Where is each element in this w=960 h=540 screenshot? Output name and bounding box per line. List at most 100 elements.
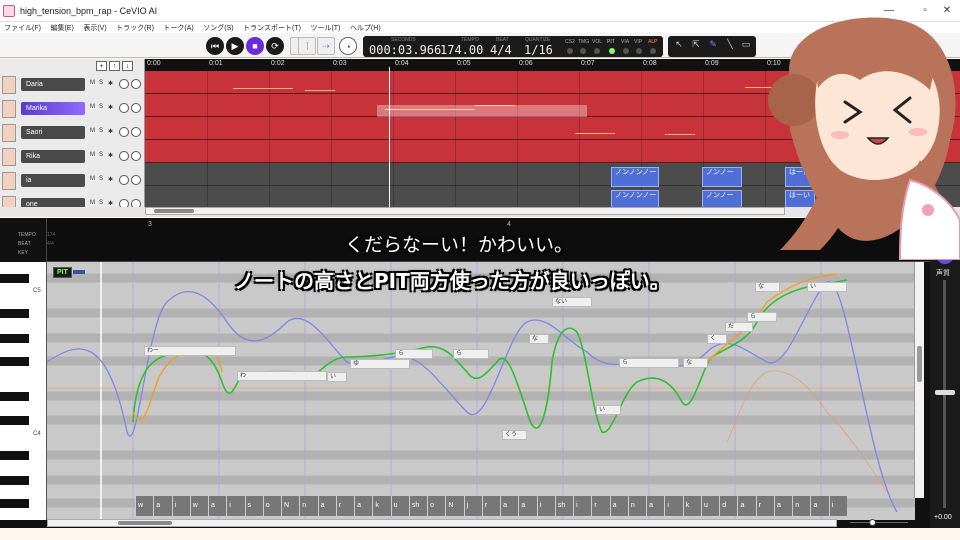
black-key[interactable] [0, 309, 29, 318]
menu-track[interactable]: トラック(R) [116, 23, 154, 33]
fx-icon[interactable]: ✱ [108, 128, 113, 135]
fx-icon[interactable]: ✱ [108, 104, 113, 111]
phoneme-cell[interactable]: sh [554, 496, 573, 516]
pan-knob[interactable] [131, 103, 141, 113]
phoneme-cell[interactable]: k [682, 496, 701, 516]
phoneme-cell[interactable]: a [153, 496, 171, 516]
menu-transport[interactable]: トランスポート(T) [243, 23, 301, 33]
phoneme-cell[interactable]: i [171, 496, 190, 516]
editor-vertical-scrollbar[interactable] [914, 262, 924, 498]
phoneme-cell[interactable]: r [755, 496, 774, 516]
phoneme-cell[interactable]: a [317, 496, 336, 516]
volume-knob[interactable] [119, 103, 129, 113]
phoneme-cell[interactable]: n [627, 496, 646, 516]
lyric-note[interactable]: だ [725, 322, 753, 332]
phoneme-cell[interactable]: a [810, 496, 828, 516]
track-name[interactable]: Marika [21, 102, 85, 115]
phoneme-cell[interactable]: i [664, 496, 682, 516]
pointer-tool-icon[interactable]: ↖ [671, 39, 687, 54]
black-key[interactable] [0, 499, 29, 508]
solo-button[interactable]: S [99, 104, 103, 110]
eraser-tool-icon[interactable]: ▭ [738, 39, 754, 54]
phoneme-cell[interactable]: w [135, 496, 153, 516]
track-name[interactable]: Daria [21, 78, 85, 91]
selected-region[interactable] [377, 105, 587, 117]
lyric-note[interactable]: い [807, 282, 847, 292]
track-horizontal-scrollbar[interactable] [145, 207, 785, 215]
add-track-button[interactable]: + [96, 61, 107, 71]
volume-knob[interactable] [119, 199, 129, 207]
select-tool-icon[interactable]: ⇱ [688, 39, 704, 54]
pan-knob[interactable] [131, 127, 141, 137]
mode-cs2[interactable]: CS2 [565, 39, 575, 45]
menu-help[interactable]: ヘルプ(H) [350, 23, 381, 33]
phoneme-cell[interactable]: a [518, 496, 536, 516]
mute-button[interactable]: M [90, 152, 95, 158]
mute-button[interactable]: M [90, 128, 95, 134]
lyric-note[interactable]: な [529, 334, 549, 344]
menu-view[interactable]: 表示(V) [83, 23, 106, 33]
audio-block[interactable]: ノンノンノー [611, 190, 659, 207]
lyric-note[interactable]: ら [453, 349, 489, 359]
track-name[interactable]: ia [21, 174, 85, 187]
metronome-icon[interactable]: ◔ [339, 37, 357, 55]
phoneme-cell[interactable]: i [828, 496, 847, 516]
stop-button[interactable]: ■ [246, 37, 264, 55]
menu-file[interactable]: ファイル(F) [4, 23, 41, 33]
mode-alp[interactable]: ALP [648, 39, 657, 45]
zoom-knob[interactable] [869, 519, 876, 526]
phoneme-cell[interactable]: sh [408, 496, 427, 516]
phoneme-cell[interactable]: r [481, 496, 500, 516]
fx-icon[interactable]: ✱ [108, 176, 113, 183]
track-row-daria[interactable]: Daria M S ✱ [0, 73, 145, 97]
tempo-value[interactable]: 174.00 [440, 43, 483, 57]
mode-via[interactable]: VIA [621, 39, 629, 45]
track-row-marika[interactable]: Marika M S ✱ [0, 97, 145, 121]
black-key[interactable] [0, 451, 29, 460]
phoneme-cell[interactable]: r [335, 496, 354, 516]
pitch-area[interactable]: わー わ い ゆ ない な ら ら くう い ら な く だ ら な い [47, 262, 915, 520]
phoneme-cell[interactable]: k [372, 496, 390, 516]
marker-end-icon[interactable]: ⌉ [298, 37, 316, 55]
beat-value[interactable]: 4/4 [490, 43, 512, 57]
rewind-button[interactable]: ⏮ [206, 37, 224, 55]
track-name[interactable]: one [21, 198, 85, 207]
phoneme-cell[interactable]: n [792, 496, 810, 516]
phoneme-cell[interactable]: r [591, 496, 609, 516]
phoneme-cell[interactable]: a [208, 496, 226, 516]
solo-button[interactable]: S [99, 176, 103, 182]
mode-vol[interactable]: VOL [592, 39, 602, 45]
lyric-note[interactable]: い [596, 405, 621, 415]
phoneme-cell[interactable]: i [573, 496, 591, 516]
play-button[interactable]: ▶ [226, 37, 244, 55]
piano-keyboard[interactable]: C5 C4 [0, 262, 47, 520]
param-slider-thumb[interactable] [935, 390, 955, 395]
mode-vip[interactable]: VIP [634, 39, 642, 45]
black-key[interactable] [0, 274, 29, 283]
lyric-note[interactable]: い [327, 372, 347, 382]
phoneme-cell[interactable]: o [262, 496, 281, 516]
black-key[interactable] [0, 416, 29, 425]
volume-knob[interactable] [119, 175, 129, 185]
move-track-up-button[interactable]: ↑ [109, 61, 120, 71]
phoneme-cell[interactable]: s [244, 496, 263, 516]
editor-horizontal-scrollbar[interactable] [47, 519, 837, 527]
audio-block[interactable]: ノンノー [702, 190, 742, 207]
audio-block[interactable]: ノンノンノー [611, 167, 659, 187]
lyric-note[interactable]: わ [237, 371, 327, 381]
track-row-one[interactable]: one M S ✱ [0, 193, 145, 207]
menu-talk[interactable]: トーク(A) [163, 23, 193, 33]
volume-knob[interactable] [119, 79, 129, 89]
phoneme-lane[interactable]: w a i w a i s o Nn a r a k u sh o Nj r a a i sh i r a n a i k u d a r a n a… [135, 496, 847, 516]
audio-block[interactable]: ノンノー [702, 167, 742, 187]
phoneme-cell[interactable]: i [226, 496, 244, 516]
pan-knob[interactable] [131, 175, 141, 185]
phoneme-cell[interactable]: a [646, 496, 664, 516]
lyric-note[interactable]: な [755, 282, 780, 292]
black-key[interactable] [0, 392, 29, 401]
scroll-thumb[interactable] [917, 346, 922, 382]
phoneme-cell[interactable]: N [445, 496, 463, 516]
phoneme-cell[interactable]: w [189, 496, 208, 516]
phoneme-cell[interactable]: a [737, 496, 755, 516]
auto-scroll-icon[interactable]: ⇢ [317, 37, 335, 55]
